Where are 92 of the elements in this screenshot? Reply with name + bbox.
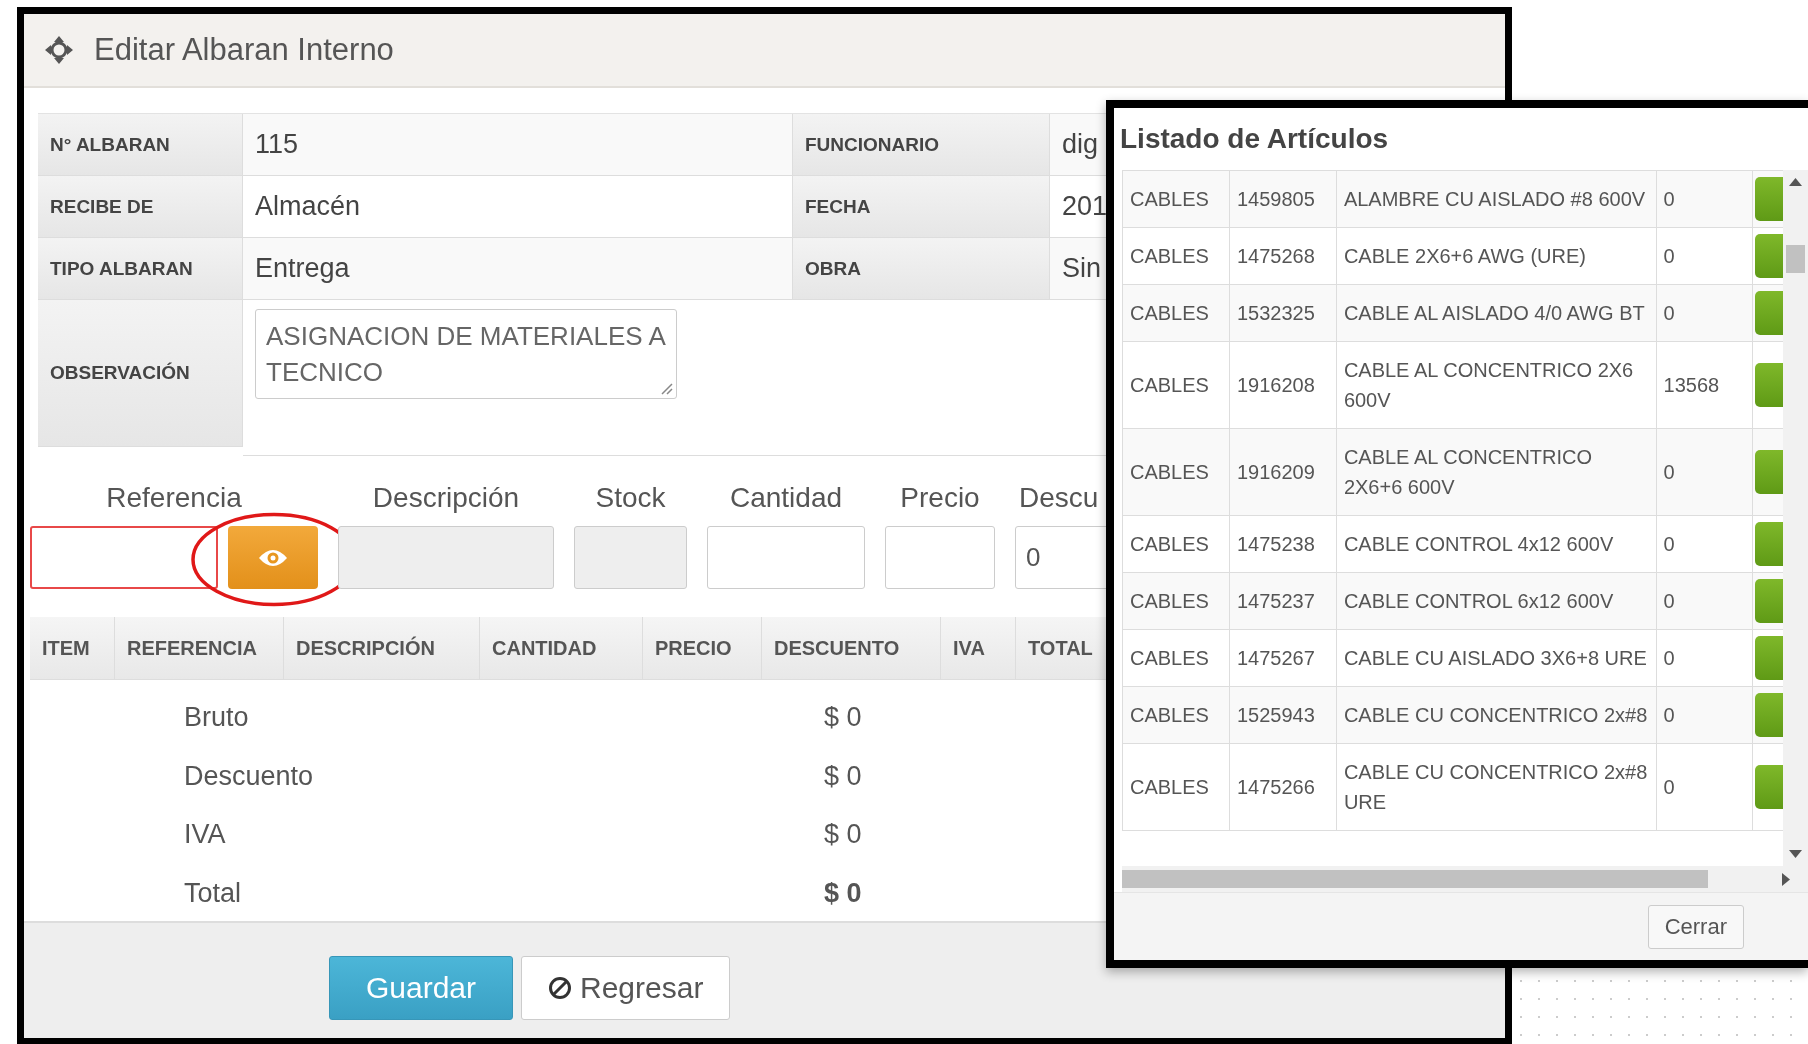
table-cell: 1475237 (1229, 572, 1337, 630)
table-cell: 0 (1656, 227, 1752, 285)
total-label: Bruto (184, 702, 250, 734)
table-cell: 0 (1656, 686, 1752, 744)
field-label: FECHA (793, 176, 1050, 238)
back-button[interactable]: Regresar (521, 956, 731, 1020)
table-cell: CABLES (1122, 743, 1230, 831)
scroll-up-arrow-icon[interactable] (1789, 178, 1802, 186)
input-field[interactable] (574, 526, 687, 589)
table-cell: 1475266 (1229, 743, 1337, 831)
table-cell: 0 (1656, 515, 1752, 573)
view-button[interactable] (228, 526, 318, 589)
table-cell: CABLES (1122, 629, 1230, 687)
table-cell: ALAMBRE CU AISLADO #8 600V (1336, 170, 1657, 228)
field-label: RECIBE DE (38, 176, 243, 238)
table-cell: 13568 (1656, 341, 1752, 429)
field-label: N° ALBARAN (38, 114, 243, 176)
scroll-right-arrow-icon[interactable] (1782, 873, 1790, 886)
table-cell: 0 (1656, 284, 1752, 342)
total-value: $ 0 (824, 760, 863, 793)
table-cell: 1532325 (1229, 284, 1337, 342)
field-label: Descu (1018, 482, 1099, 515)
table-cell: CABLE AL AISLADO 4/0 AWG BT (1336, 284, 1657, 342)
total-value: $ 0 (824, 877, 863, 910)
observation-textarea[interactable]: ASIGNACION DE MATERIALES A TECNICO (255, 309, 677, 399)
table-cell: CABLE 2X6+6 AWG (URE) (1336, 227, 1657, 285)
input-field[interactable] (30, 526, 218, 589)
field-label: Cantidad (729, 482, 843, 515)
total-label: IVA (184, 819, 227, 851)
resize-grip-icon[interactable] (659, 381, 673, 395)
column-header: DESCUENTO (762, 617, 941, 679)
field-label: TIPO ALBARAN (38, 238, 243, 300)
field-label: FUNCIONARIO (793, 114, 1050, 176)
table-cell: CABLE CONTROL 4x12 600V (1336, 515, 1657, 573)
scroll-down-arrow-icon[interactable] (1789, 850, 1802, 858)
table-cell: 0 (1656, 572, 1752, 630)
field-value: Entrega (243, 238, 793, 300)
total-label: Descuento (184, 760, 315, 793)
scrollbar-thumb[interactable] (1122, 870, 1708, 888)
table-cell: CABLE AL CONCENTRICO 2X6 600V (1336, 341, 1657, 429)
page-title: Editar Albaran Interno (94, 32, 394, 68)
table-cell: 1475238 (1229, 515, 1337, 573)
total-label: Total (184, 877, 243, 910)
table-cell: 0 (1656, 428, 1752, 516)
table-cell: 1459805 (1229, 170, 1337, 228)
table-cell: CABLE CU CONCENTRICO 2x#8 (1336, 686, 1657, 744)
table-cell: CABLES (1122, 572, 1230, 630)
field-value: 115 (243, 114, 793, 176)
total-value: $ 0 (824, 702, 863, 734)
field-label: OBRA (793, 238, 1050, 300)
total-value: $ 0 (824, 819, 863, 851)
table-cell: 0 (1656, 743, 1752, 831)
table-cell: CABLES (1122, 170, 1230, 228)
table-cell: CABLES (1122, 227, 1230, 285)
column-header: IVA (941, 617, 1016, 679)
table-cell: 0 (1656, 629, 1752, 687)
field-label: Stock (595, 482, 666, 515)
table-cell: CABLES (1122, 284, 1230, 342)
field-label: Referencia (106, 482, 242, 515)
ban-icon (548, 976, 572, 1000)
table-cell: CABLES (1122, 686, 1230, 744)
field-label: OBSERVACIÓN (38, 300, 243, 447)
eye-icon (258, 547, 288, 568)
vertical-scrollbar[interactable] (1783, 170, 1808, 866)
column-header: REFERENCIA (115, 617, 284, 679)
column-header: ITEM (30, 617, 115, 679)
table-cell: CABLES (1122, 428, 1230, 516)
table-cell: CABLE CONTROL 6x12 600V (1336, 572, 1657, 630)
field-label: Precio (900, 482, 980, 515)
column-header: PRECIO (643, 617, 762, 679)
table-cell: CABLE AL CONCENTRICO 2X6+6 600V (1336, 428, 1657, 516)
modal-title: Listado de Artículos (1119, 122, 1390, 156)
field-label: Descripción (372, 482, 520, 515)
table-cell: CABLE CU CONCENTRICO 2x#8 URE (1336, 743, 1657, 831)
table-cell: 1475267 (1229, 629, 1337, 687)
input-field[interactable] (707, 526, 865, 589)
table-cell: 1916208 (1229, 341, 1337, 429)
table-cell: 1525943 (1229, 686, 1337, 744)
table-cell: 1916209 (1229, 428, 1337, 516)
horizontal-scrollbar[interactable] (1122, 866, 1808, 892)
scrollbar-thumb[interactable] (1786, 245, 1805, 273)
column-header: DESCRIPCIÓN (284, 617, 480, 679)
table-cell: CABLES (1122, 341, 1230, 429)
close-button[interactable]: Cerrar (1647, 904, 1744, 949)
input-field[interactable] (885, 526, 995, 589)
column-header: CANTIDAD (480, 617, 643, 679)
table-cell: 1475268 (1229, 227, 1337, 285)
input-field[interactable] (338, 526, 554, 589)
table-cell: CABLE CU AISLADO 3X6+8 URE (1336, 629, 1657, 687)
table-cell: CABLES (1122, 515, 1230, 573)
table-cell: 0 (1656, 170, 1752, 228)
move-icon (44, 35, 74, 65)
